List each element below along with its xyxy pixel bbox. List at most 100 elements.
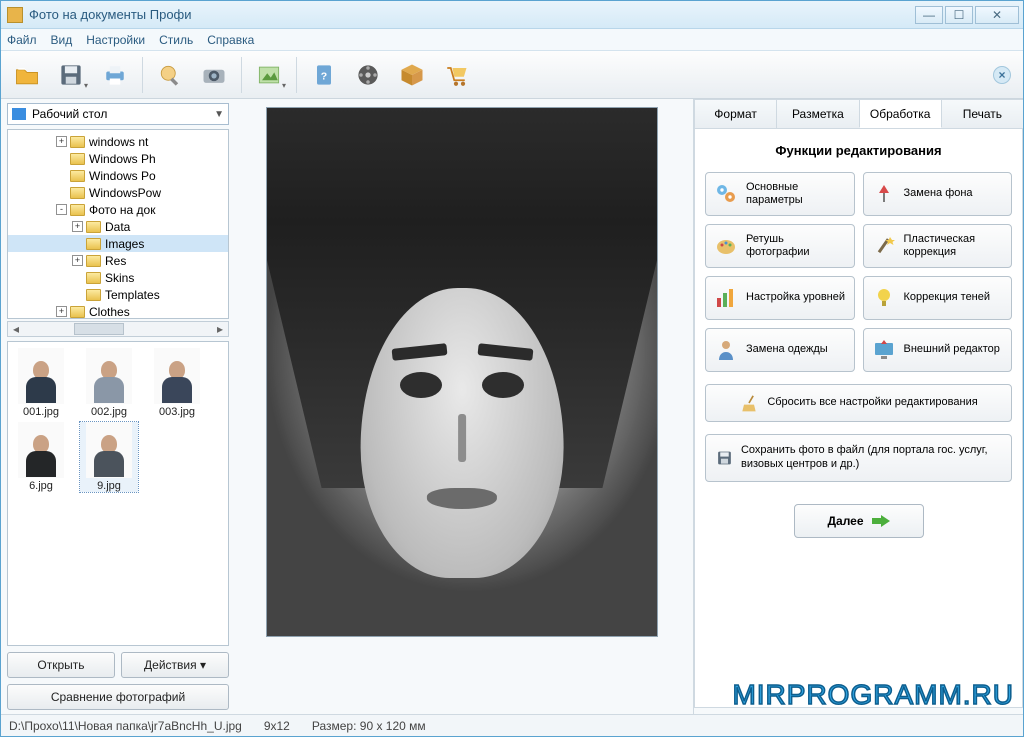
save-button[interactable]: ▾ xyxy=(51,55,91,95)
tree-toggle-icon[interactable]: + xyxy=(56,306,67,317)
reset-button[interactable]: Сбросить все настройки редактирования xyxy=(705,384,1012,422)
tree-toggle-icon[interactable]: + xyxy=(72,255,83,266)
center-pane xyxy=(231,99,693,714)
tree-item[interactable]: Windows Ph xyxy=(8,150,228,167)
help-tool-button[interactable]: ? xyxy=(304,55,344,95)
window-title: Фото на документы Профи xyxy=(29,7,913,22)
photo-preview[interactable] xyxy=(266,107,658,637)
basic-params-button[interactable]: Основные параметры xyxy=(705,172,855,216)
thumbnail-item[interactable]: 002.jpg xyxy=(80,348,138,418)
external-editor-button[interactable]: Внешний редактор xyxy=(863,328,1013,372)
tree-item[interactable]: Windows Po xyxy=(8,167,228,184)
thumbnail-list: 001.jpg002.jpg003.jpg 6.jpg 9.jpg xyxy=(7,341,229,646)
tree-toggle-icon xyxy=(56,187,67,198)
replace-bg-button[interactable]: Замена фона xyxy=(863,172,1013,216)
hint-icon[interactable]: × xyxy=(993,66,1011,84)
person-icon xyxy=(714,338,738,362)
actions-button[interactable]: Действия ▾ xyxy=(121,652,229,678)
thumbnail-image xyxy=(18,348,64,404)
plastic-button[interactable]: Пластическая коррекция xyxy=(863,224,1013,268)
tree-toggle-icon[interactable]: + xyxy=(72,221,83,232)
palette-icon xyxy=(714,234,738,258)
shadows-button[interactable]: Коррекция теней xyxy=(863,276,1013,320)
tab-markup[interactable]: Разметка xyxy=(776,99,859,128)
open-button[interactable]: Открыть xyxy=(7,652,115,678)
broom-icon xyxy=(739,393,759,413)
menu-help[interactable]: Справка xyxy=(207,33,254,47)
tab-edit[interactable]: Обработка xyxy=(859,99,942,128)
thumbnail-item[interactable]: 003.jpg xyxy=(148,348,206,418)
path-combo[interactable]: Рабочий стол ▼ xyxy=(7,103,229,125)
thumbnail-item[interactable]: 001.jpg xyxy=(12,348,70,418)
thumbnail-image xyxy=(18,422,64,478)
svg-text:?: ? xyxy=(321,70,327,82)
tree-toggle-icon xyxy=(72,289,83,300)
tab-format[interactable]: Формат xyxy=(694,99,777,128)
status-path: D:\Прохо\11\Новая папка\jr7aBncHh_U.jpg xyxy=(9,719,242,733)
scroll-thumb[interactable] xyxy=(74,323,124,335)
tree-hscrollbar[interactable]: ◂ ▸ xyxy=(7,321,229,337)
folder-icon xyxy=(70,204,85,216)
menu-style[interactable]: Стиль xyxy=(159,33,193,47)
right-pane: Формат Разметка Обработка Печать Функции… xyxy=(693,99,1023,714)
tree-item[interactable]: +Clothes xyxy=(8,303,228,319)
replace-clothes-button[interactable]: Замена одежды xyxy=(705,328,855,372)
image-tool-button[interactable]: ▾ xyxy=(249,55,289,95)
view-tool-button[interactable] xyxy=(150,55,190,95)
folder-icon xyxy=(86,238,101,250)
tab-print[interactable]: Печать xyxy=(941,99,1023,128)
status-ratio: 9x12 xyxy=(264,719,290,733)
tree-item[interactable]: + windows nt xyxy=(8,133,228,150)
tree-item[interactable]: -Фото на док xyxy=(8,201,228,218)
status-size: Размер: 90 x 120 мм xyxy=(312,719,426,733)
desktop-icon xyxy=(12,108,26,120)
print-button[interactable] xyxy=(95,55,135,95)
levels-button[interactable]: Настройка уровней xyxy=(705,276,855,320)
tree-label: Windows Po xyxy=(89,169,156,183)
menu-file[interactable]: Файл xyxy=(7,33,37,47)
thumbnail-item[interactable]: 9.jpg xyxy=(80,422,138,492)
tree-item[interactable]: Skins xyxy=(8,269,228,286)
menu-view[interactable]: Вид xyxy=(51,33,73,47)
menubar: Файл Вид Настройки Стиль Справка xyxy=(1,29,1023,51)
tree-toggle-icon[interactable]: + xyxy=(56,136,67,147)
camera-tool-button[interactable] xyxy=(194,55,234,95)
next-button[interactable]: Далее xyxy=(794,504,924,538)
media-tool-button[interactable] xyxy=(348,55,388,95)
tree-toggle-icon[interactable]: - xyxy=(56,204,67,215)
minimize-button[interactable]: — xyxy=(915,6,943,24)
folder-tree[interactable]: + windows nt Windows Ph Windows PoWindowsPo… xyxy=(7,129,229,319)
save-file-button[interactable]: Сохранить фото в файл (для портала гос. … xyxy=(705,434,1012,482)
panel-heading: Функции редактирования xyxy=(705,143,1012,158)
tree-label: Windows Ph xyxy=(89,152,156,166)
tree-toggle-icon xyxy=(56,170,67,181)
box-tool-button[interactable] xyxy=(392,55,432,95)
menu-settings[interactable]: Настройки xyxy=(86,33,145,47)
tree-item[interactable]: Templates xyxy=(8,286,228,303)
folder-icon xyxy=(86,272,101,284)
cart-tool-button[interactable] xyxy=(436,55,476,95)
close-button[interactable]: ✕ xyxy=(975,6,1019,24)
tree-item[interactable]: Images xyxy=(8,235,228,252)
compare-button[interactable]: Сравнение фотографий xyxy=(7,684,229,710)
tree-toggle-icon xyxy=(72,272,83,283)
scroll-right-icon[interactable]: ▸ xyxy=(212,322,228,336)
retouch-button[interactable]: Ретушь фотографии xyxy=(705,224,855,268)
tree-label: windows nt xyxy=(89,135,148,149)
tree-item[interactable]: WindowsPow xyxy=(8,184,228,201)
folder-icon xyxy=(70,136,85,148)
wand-icon xyxy=(872,234,896,258)
bars-icon xyxy=(714,286,738,310)
edit-panel: Функции редактирования Основные параметр… xyxy=(694,129,1023,708)
thumbnail-item[interactable]: 6.jpg xyxy=(12,422,70,492)
tree-item[interactable]: +Res xyxy=(8,252,228,269)
scroll-left-icon[interactable]: ◂ xyxy=(8,322,24,336)
thumbnail-caption: 6.jpg xyxy=(12,480,70,492)
body: Рабочий стол ▼ + windows nt Windows Ph Wind… xyxy=(1,99,1023,714)
tree-label: Templates xyxy=(105,288,160,302)
tree-item[interactable]: +Data xyxy=(8,218,228,235)
open-file-button[interactable] xyxy=(7,55,47,95)
maximize-button[interactable]: ☐ xyxy=(945,6,973,24)
app-window: Фото на документы Профи — ☐ ✕ Файл Вид Н… xyxy=(0,0,1024,737)
folder-icon xyxy=(86,221,101,233)
